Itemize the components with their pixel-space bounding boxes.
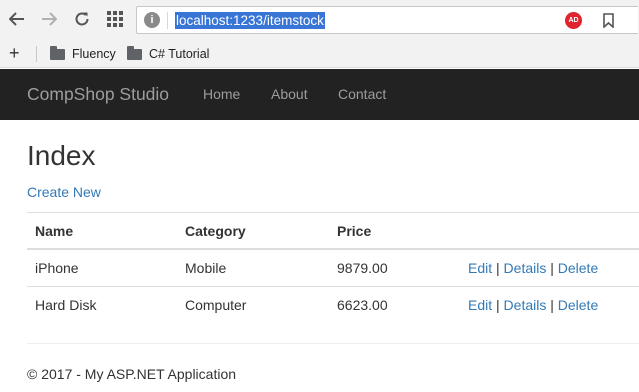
address-divider — [167, 12, 168, 29]
apps-grid-icon — [107, 11, 123, 27]
nav-link-about[interactable]: About — [271, 69, 308, 120]
reload-button[interactable] — [71, 8, 93, 30]
cell-category: Mobile — [185, 260, 227, 276]
bookmarks-bar: + Fluency C# Tutorial — [0, 40, 639, 68]
apps-button[interactable] — [104, 8, 126, 30]
details-link[interactable]: Details — [504, 297, 547, 313]
arrow-left-icon — [9, 12, 24, 26]
add-bookmark-button[interactable]: + — [9, 43, 20, 63]
footer-text: © 2017 - My ASP.NET Application — [27, 366, 237, 382]
bookmark-label: Fluency — [72, 47, 116, 61]
row-actions: Edit | Details | Delete — [468, 287, 598, 324]
edit-link[interactable]: Edit — [468, 260, 492, 276]
delete-link[interactable]: Delete — [558, 260, 598, 276]
folder-icon — [50, 45, 65, 60]
url-text[interactable]: localhost:1233/itemstock — [175, 12, 325, 29]
header-name: Name — [35, 223, 74, 239]
site-navbar: CompShop Studio Home About Contact — [0, 69, 639, 120]
bookmark-icon — [602, 13, 614, 28]
header-price: Price — [337, 223, 372, 239]
action-separator: | — [550, 260, 554, 276]
cell-name: Hard Disk — [35, 297, 97, 313]
delete-link[interactable]: Delete — [558, 297, 598, 313]
header-category: Category — [185, 223, 246, 239]
cell-name: iPhone — [35, 260, 79, 276]
folder-icon — [127, 45, 142, 60]
browser-toolbar: i localhost:1233/itemstock AD — [0, 0, 639, 40]
nav-link-home[interactable]: Home — [203, 69, 240, 120]
action-separator: | — [496, 297, 500, 313]
cell-price: 6623.00 — [337, 297, 388, 313]
table-row: iPhone Mobile 9879.00 Edit | Details | D… — [27, 249, 639, 286]
bookmark-fluency[interactable]: Fluency — [50, 45, 116, 63]
action-separator: | — [550, 297, 554, 313]
footer-divider — [27, 343, 639, 344]
table-header-row: Name Category Price — [27, 212, 639, 249]
table-row: Hard Disk Computer 6623.00 Edit | Detail… — [27, 286, 639, 323]
reload-icon — [75, 12, 89, 26]
forward-button[interactable] — [38, 8, 60, 30]
bookmark-csharp-tutorial[interactable]: C# Tutorial — [127, 45, 209, 63]
page-title: Index — [27, 140, 96, 171]
arrow-right-icon — [42, 12, 57, 26]
bookmark-label: C# Tutorial — [149, 47, 210, 61]
item-stock-table: Name Category Price iPhone Mobile 9879.0… — [27, 212, 639, 323]
edit-link[interactable]: Edit — [468, 297, 492, 313]
nav-link-contact[interactable]: Contact — [338, 69, 386, 120]
navbar-brand[interactable]: CompShop Studio — [27, 69, 169, 120]
create-new-link[interactable]: Create New — [27, 184, 101, 200]
adblock-extension-icon[interactable]: AD — [565, 12, 582, 29]
cell-category: Computer — [185, 297, 247, 313]
bookmarks-divider — [36, 46, 37, 62]
info-icon[interactable]: i — [144, 12, 160, 28]
bookmark-page-button[interactable] — [600, 11, 616, 30]
back-button[interactable] — [6, 8, 28, 30]
address-bar[interactable]: i localhost:1233/itemstock AD — [136, 6, 638, 34]
action-separator: | — [496, 260, 500, 276]
cell-price: 9879.00 — [337, 260, 388, 276]
details-link[interactable]: Details — [504, 260, 547, 276]
row-actions: Edit | Details | Delete — [468, 250, 598, 287]
